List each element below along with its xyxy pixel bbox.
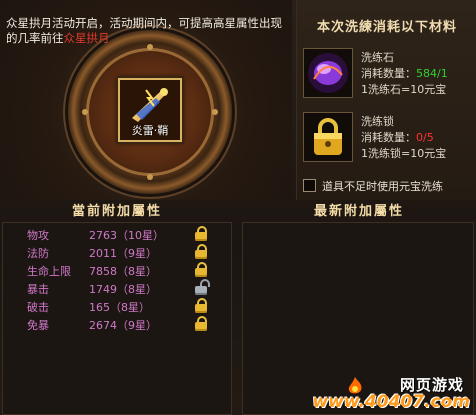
wheel-stud bbox=[147, 174, 153, 180]
materials-panel: 本次洗練消耗以下材料 洗练石 消耗数量：584/1 1洗练石=10元宝 洗练锁 … bbox=[296, 0, 476, 200]
attr-value: 2011（9星） bbox=[89, 247, 157, 260]
attr-row: 免暴 2674（9星） bbox=[3, 315, 231, 333]
attr-row: 法防 2011（9星） bbox=[3, 243, 231, 261]
wheel-stud bbox=[82, 109, 88, 115]
attr-value: 2763（10星） bbox=[89, 229, 164, 242]
purple-gem-icon[interactable] bbox=[303, 48, 353, 98]
attr-row: 破击 165（8星） bbox=[3, 297, 231, 315]
qty-value: 0/5 bbox=[416, 131, 434, 144]
current-attrs-panel: 物攻 2763（10星） 法防 2011（9星） 生命上限 7858（8星） 暴… bbox=[2, 222, 232, 415]
lock-icon[interactable] bbox=[195, 244, 207, 259]
lock-icon[interactable] bbox=[195, 226, 207, 241]
equipment-slot[interactable]: 炎雷·鞘 bbox=[118, 78, 182, 142]
attr-row: 生命上限 7858（8星） bbox=[3, 261, 231, 279]
attr-name: 免暴 bbox=[27, 319, 49, 332]
attr-value: 2674（9星） bbox=[89, 319, 157, 332]
qty-value: 584/1 bbox=[416, 67, 448, 80]
material-item: 洗练石 消耗数量：584/1 1洗练石=10元宝 bbox=[303, 48, 473, 106]
qty-label: 消耗数量： bbox=[361, 131, 416, 144]
attr-value: 1749（8星） bbox=[89, 283, 157, 296]
material-name: 洗练石 bbox=[361, 51, 394, 64]
gold-lock-icon[interactable] bbox=[303, 112, 353, 162]
item-display-area: 众星拱月活动开启，活动期间内，可提高高星属性出现的几率前往众星拱月 炎雷·鞘 bbox=[0, 0, 292, 200]
attr-name: 破击 bbox=[27, 301, 49, 314]
auto-yuanbao-label: 道具不足时使用元宝洗练 bbox=[322, 180, 443, 193]
material-info: 洗练锁 消耗数量：0/5 1洗练锁=10元宝 bbox=[361, 114, 446, 162]
material-price: 1洗练石=10元宝 bbox=[361, 83, 447, 96]
lock-icon[interactable] bbox=[195, 262, 207, 277]
event-link[interactable]: 众星拱月 bbox=[64, 31, 110, 45]
qty-label: 消耗数量： bbox=[361, 67, 416, 80]
attr-value: 7858（8星） bbox=[89, 265, 157, 278]
material-price: 1洗练锁=10元宝 bbox=[361, 147, 447, 160]
lock-icon[interactable] bbox=[195, 316, 207, 331]
attr-value: 165（8星） bbox=[89, 301, 150, 314]
attr-name: 生命上限 bbox=[27, 265, 71, 278]
attr-name: 暴击 bbox=[27, 283, 49, 296]
site-watermark: 网页游戏 www.40407.com bbox=[300, 374, 476, 414]
event-notice: 众星拱月活动开启，活动期间内，可提高高星属性出现的几率前往众星拱月 bbox=[6, 16, 288, 46]
sword-sheath-icon bbox=[132, 88, 168, 122]
wheel-stud bbox=[212, 109, 218, 115]
materials-title: 本次洗練消耗以下材料 bbox=[316, 20, 457, 35]
unlock-icon[interactable] bbox=[195, 279, 210, 295]
refine-window: 众星拱月活动开启，活动期间内，可提高高星属性出现的几率前往众星拱月 炎雷·鞘 本… bbox=[0, 0, 476, 415]
attr-row: 暴击 1749（8星） bbox=[3, 279, 231, 297]
attr-row: 物攻 2763（10星） bbox=[3, 225, 231, 243]
material-qty-row: 消耗数量：584/1 bbox=[361, 66, 448, 82]
material-qty-row: 消耗数量：0/5 bbox=[361, 130, 446, 146]
material-info: 洗练石 消耗数量：584/1 1洗练石=10元宝 bbox=[361, 50, 448, 98]
event-notice-text: 众星拱月活动开启，活动期间内，可提高高星属性出现的几率前往 bbox=[6, 16, 282, 45]
attr-name: 法防 bbox=[27, 247, 49, 260]
material-item: 洗练锁 消耗数量：0/5 1洗练锁=10元宝 bbox=[303, 112, 473, 170]
auto-yuanbao-checkbox[interactable] bbox=[303, 179, 316, 192]
material-name: 洗练锁 bbox=[361, 115, 394, 128]
item-name: 炎雷·鞘 bbox=[131, 124, 169, 137]
watermark-url: www.40407.com bbox=[312, 392, 470, 412]
auto-yuanbao-option[interactable]: 道具不足时使用元宝洗练 bbox=[303, 178, 443, 193]
latest-attrs-title: 最新附加屬性 bbox=[313, 204, 404, 219]
current-attrs-title: 當前附加屬性 bbox=[71, 204, 162, 219]
attr-name: 物攻 bbox=[27, 229, 49, 242]
lock-icon[interactable] bbox=[195, 298, 207, 313]
